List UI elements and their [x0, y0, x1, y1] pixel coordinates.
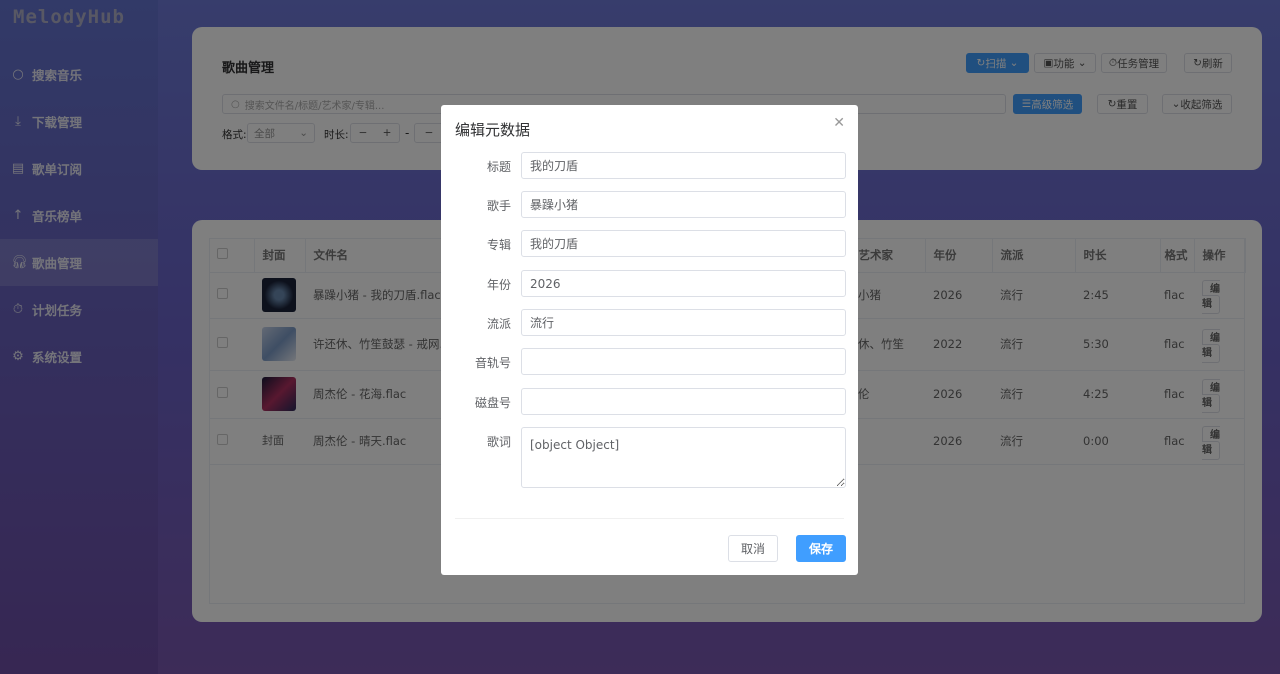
- field-genre: 流派: [441, 309, 858, 336]
- field-disc: 磁盘号: [441, 388, 858, 415]
- edit-metadata-dialog: 编辑元数据 ✕ 标题 歌手 专辑 年份 流派 音轨号 磁盘号 歌词[object…: [441, 105, 858, 575]
- divider: [455, 518, 844, 519]
- field-title: 标题: [441, 152, 858, 179]
- field-album: 专辑: [441, 230, 858, 257]
- dialog-title: 编辑元数据: [455, 121, 531, 139]
- album-input[interactable]: [521, 230, 846, 257]
- disc-number-input[interactable]: [521, 388, 846, 415]
- genre-input[interactable]: [521, 309, 846, 336]
- track-number-input[interactable]: [521, 348, 846, 375]
- field-lyrics: 歌词 [object Object]: [441, 427, 858, 488]
- cancel-button[interactable]: 取消: [728, 535, 778, 562]
- close-icon[interactable]: ✕: [833, 115, 845, 131]
- save-button[interactable]: 保存: [796, 535, 846, 562]
- title-input[interactable]: [521, 152, 846, 179]
- field-year: 年份: [441, 270, 858, 297]
- field-artist: 歌手: [441, 191, 858, 218]
- artist-input[interactable]: [521, 191, 846, 218]
- lyrics-textarea[interactable]: [object Object]: [521, 427, 846, 488]
- field-track: 音轨号: [441, 348, 858, 375]
- year-input[interactable]: [521, 270, 846, 297]
